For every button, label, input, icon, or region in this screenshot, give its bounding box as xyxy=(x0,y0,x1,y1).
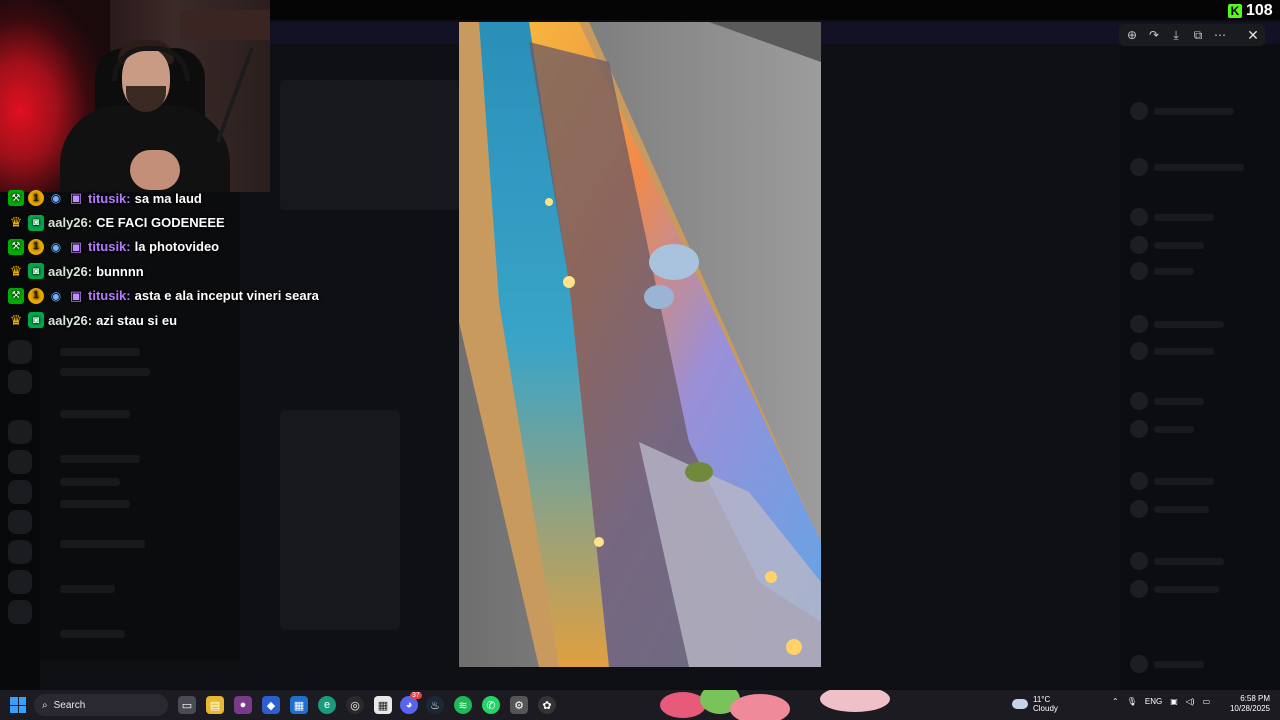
subscriber-icon: ◙ xyxy=(28,214,44,231)
settings-icon[interactable]: ⚙ xyxy=(510,696,528,714)
chat-text: bunnnn xyxy=(96,263,144,279)
microphone-icon[interactable]: 🎙 xyxy=(1127,697,1137,706)
chrome-icon[interactable]: ◎ xyxy=(346,696,364,714)
chat-message: ⚒ 1 ◉ ▣ titusik: la photovideo xyxy=(8,235,408,259)
image-viewer[interactable] xyxy=(459,22,821,667)
volume-icon[interactable]: ◁) xyxy=(1186,697,1195,706)
battery-icon[interactable]: ▭ xyxy=(1203,697,1211,706)
chat-text: azi stau si eu xyxy=(96,312,178,328)
gift-badge-icon: ▣ xyxy=(69,287,83,303)
moderator-icon: ⚒ xyxy=(8,238,24,255)
stream-chat: ⚒ 1 ◉ ▣ titusik: sa ma laud ♛ ◙ aaly26: … xyxy=(8,186,408,332)
gift-badge-icon: ▣ xyxy=(69,238,83,254)
subscriber-icon: ◙ xyxy=(28,312,44,329)
chat-message: ⚒ 1 ◉ ▣ titusik: sa ma laud xyxy=(8,186,408,210)
wallpaper-decoration xyxy=(640,690,940,720)
chat-message: ♛ ◙ aaly26: bunnnn xyxy=(8,259,408,283)
taskbar-search[interactable]: ⌕ Search xyxy=(34,694,168,716)
close-icon[interactable]: ✕ xyxy=(1241,24,1265,46)
cloud-icon xyxy=(1012,699,1028,709)
tier-badge-icon: 1 xyxy=(28,190,44,207)
open-external-icon[interactable]: ⧉ xyxy=(1189,26,1207,44)
camera-badge-icon: ◉ xyxy=(50,191,62,206)
edge-browser-icon[interactable]: e xyxy=(318,696,336,714)
app-icon[interactable]: ▦ xyxy=(290,696,308,714)
file-explorer-icon[interactable]: ▤ xyxy=(206,696,224,714)
chat-message: ♛ ◙ aaly26: CE FACI GODENEEE xyxy=(8,210,408,234)
viewer-count: 108 xyxy=(1246,2,1273,19)
windows-start-icon[interactable] xyxy=(10,697,26,713)
forward-icon[interactable]: ↷ xyxy=(1145,26,1163,44)
puzzle-photo xyxy=(459,22,821,667)
chevron-up-icon[interactable]: ⌃ xyxy=(1112,697,1119,706)
crown-icon: ♛ xyxy=(9,262,23,279)
subscriber-icon: ◙ xyxy=(28,263,44,280)
store-icon[interactable]: ▦ xyxy=(374,696,392,714)
camera-badge-icon: ◉ xyxy=(50,288,62,303)
chat-username[interactable]: titusik: xyxy=(88,288,131,303)
taskbar-clock[interactable]: 6:58 PM 10/28/2025 xyxy=(1228,694,1270,714)
crown-icon: ♛ xyxy=(9,214,23,231)
zoom-icon[interactable]: ⊕ xyxy=(1123,26,1141,44)
chat-username[interactable]: aaly26: xyxy=(48,313,92,328)
more-icon[interactable]: ⋯ xyxy=(1211,26,1229,44)
chat-username[interactable]: titusik: xyxy=(88,239,131,254)
weather-widget[interactable]: 11°C Cloudy xyxy=(1012,695,1058,713)
moderator-icon: ⚒ xyxy=(8,190,24,207)
system-tray: ⌃ 🎙 ENG ▣ ◁) ▭ xyxy=(1112,697,1210,706)
download-icon[interactable]: ⤓ xyxy=(1167,26,1185,44)
chat-text: asta e ala inceput vineri seara xyxy=(134,288,319,304)
search-label: Search xyxy=(53,699,86,711)
member-list xyxy=(1120,40,1280,690)
camera-badge-icon: ◉ xyxy=(50,239,62,254)
chat-username[interactable]: titusik: xyxy=(88,191,131,206)
weather-desc: Cloudy xyxy=(1033,704,1058,713)
window-titlebar xyxy=(270,0,1280,20)
task-view-icon[interactable]: ▭ xyxy=(178,696,196,714)
whatsapp-icon[interactable]: ✆ xyxy=(482,696,500,714)
search-icon: ⌕ xyxy=(42,699,48,711)
chat-username[interactable]: aaly26: xyxy=(48,264,92,279)
viewer-counter: K 108 xyxy=(1228,2,1273,20)
steam-icon[interactable]: ♨ xyxy=(426,696,444,714)
crown-icon: ♛ xyxy=(9,311,23,328)
chat-text: la photovideo xyxy=(134,239,220,255)
clock-date: 10/28/2025 xyxy=(1229,704,1270,713)
moderator-icon: ⚒ xyxy=(8,287,24,304)
notification-badge: 37 xyxy=(410,692,422,699)
spotify-icon[interactable]: ≋ xyxy=(454,696,472,714)
tier-badge-icon: 1 xyxy=(28,287,44,304)
clock-time: 6:58 PM xyxy=(1240,694,1270,703)
weather-temp: 11°C xyxy=(1033,695,1051,704)
language-indicator[interactable]: ENG xyxy=(1145,697,1162,706)
app-icon[interactable]: ◆ xyxy=(262,696,280,714)
gift-badge-icon: ▣ xyxy=(69,190,83,206)
chat-message: ⚒ 1 ◉ ▣ titusik: asta e ala inceput vine… xyxy=(8,284,408,308)
app-icon[interactable]: ● xyxy=(234,696,252,714)
chat-message: ♛ ◙ aaly26: azi stau si eu xyxy=(8,308,408,332)
chat-username[interactable]: aaly26: xyxy=(48,215,92,230)
chat-text: CE FACI GODENEEE xyxy=(96,215,225,231)
chat-text: sa ma laud xyxy=(134,190,202,206)
app-icon[interactable]: ✿ xyxy=(538,696,556,714)
kick-logo-icon: K xyxy=(1228,4,1242,18)
webcam-overlay xyxy=(0,0,270,192)
tier-badge-icon: 1 xyxy=(28,238,44,255)
network-icon[interactable]: ▣ xyxy=(1170,697,1178,706)
